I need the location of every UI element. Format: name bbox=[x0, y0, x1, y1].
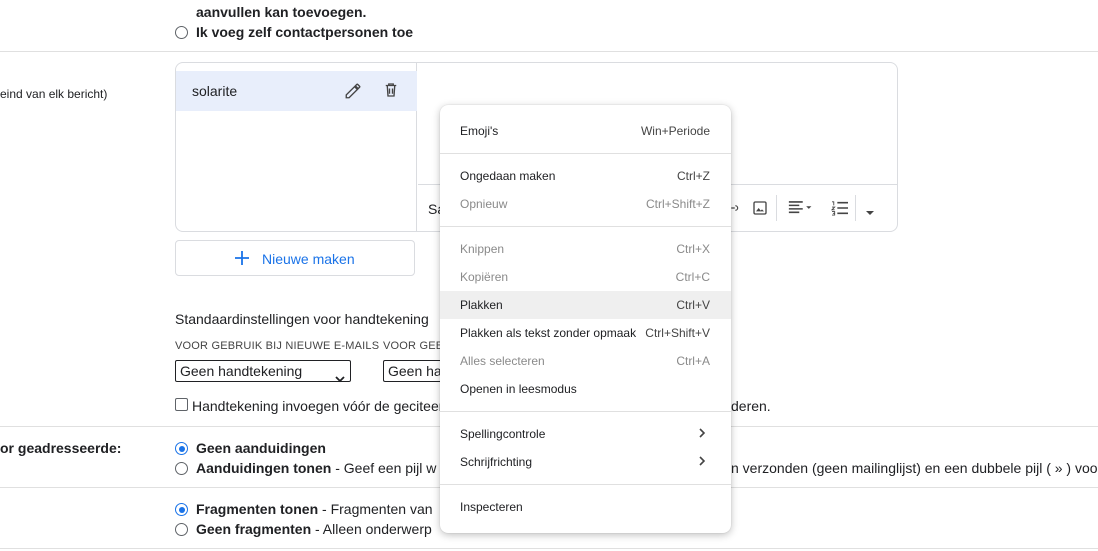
chevron-down-icon bbox=[335, 368, 345, 388]
new-emails-label: VOOR GEBRUIK BIJ NIEUWE E-MAILS bbox=[175, 340, 380, 352]
toolbar-divider bbox=[855, 195, 856, 221]
menu-item-shortcut: Ctrl+Shift+Z bbox=[645, 197, 710, 211]
radio-snippets-show[interactable] bbox=[175, 503, 188, 516]
menu-item-shortcut: Win+Periode bbox=[640, 124, 710, 138]
align-icon[interactable] bbox=[788, 200, 814, 219]
menu-item-label: Schrijfrichting bbox=[460, 455, 533, 469]
menu-separator bbox=[440, 484, 731, 485]
menu-item-shortcut: Ctrl+Shift+V bbox=[645, 326, 710, 340]
menu-item-label: Inspecteren bbox=[460, 500, 523, 514]
menu-item-label: Alles selecteren bbox=[460, 354, 545, 368]
menu-item-emoji-s[interactable]: Emoji's Win+Periode bbox=[440, 117, 731, 145]
menu-item-spellingcontrole[interactable]: Spellingcontrole bbox=[440, 420, 731, 448]
new-signature-label: Nieuwe maken bbox=[262, 251, 355, 267]
radio-contacts-self[interactable] bbox=[175, 26, 188, 39]
menu-item-shortcut: Ctrl+X bbox=[676, 242, 710, 256]
menu-item-shortcut: Ctrl+A bbox=[676, 354, 710, 368]
menu-item-schrijfrichting[interactable]: Schrijfrichting bbox=[440, 448, 731, 476]
menu-separator bbox=[440, 153, 731, 154]
numbered-list-icon[interactable] bbox=[830, 200, 849, 219]
option-snippets-none-label: Geen fragmenten - Alleen onderwerp bbox=[196, 521, 432, 537]
new-signature-button[interactable]: Nieuwe maken bbox=[175, 240, 415, 276]
menu-item-label: Opnieuw bbox=[460, 197, 508, 211]
radio-snippets-none[interactable] bbox=[175, 523, 188, 536]
menu-item-inspecteren[interactable]: Inspecteren bbox=[440, 493, 731, 521]
insert-signature-label: Handtekening invoegen vóór de geciteerde bbox=[192, 398, 459, 414]
menu-item-knippen[interactable]: Knippen Ctrl+X bbox=[440, 235, 731, 263]
menu-item-shortcut: Ctrl+Z bbox=[677, 169, 710, 183]
menu-item-ongedaan-maken[interactable]: Ongedaan maken Ctrl+Z bbox=[440, 162, 731, 190]
option-indicators-none-label: Geen aanduidingen bbox=[196, 440, 326, 456]
contacts-text: aanvullen kan toevoegen. bbox=[196, 4, 367, 20]
menu-item-label: Ongedaan maken bbox=[460, 169, 556, 183]
chevron-right-icon bbox=[697, 454, 707, 468]
context-menu: Emoji's Win+Periode Ongedaan maken Ctrl+Z Op… bbox=[440, 105, 731, 533]
menu-item-shortcut: Ctrl+C bbox=[675, 270, 710, 284]
insert-signature-checkbox[interactable] bbox=[175, 398, 188, 411]
new-emails-select-value: Geen handtekening bbox=[180, 363, 303, 379]
plus-icon bbox=[234, 250, 250, 269]
insert-signature-label-tail: deren. bbox=[731, 398, 771, 414]
menu-item-label: Plakken als tekst zonder opmaak bbox=[460, 326, 637, 340]
menu-item-plakken[interactable]: Plakken Ctrl+V bbox=[440, 291, 731, 319]
chevron-right-icon bbox=[697, 426, 707, 440]
reply-select-value: Geen ha bbox=[388, 363, 442, 379]
menu-item-kopiëren[interactable]: Kopiëren Ctrl+C bbox=[440, 263, 731, 291]
image-icon[interactable] bbox=[752, 200, 768, 219]
radio-indicators-show[interactable] bbox=[175, 462, 188, 475]
menu-separator bbox=[440, 411, 731, 412]
option-indicators-show-tail: n verzonden (geen mailinglijst) en een d… bbox=[731, 460, 1098, 476]
signature-defaults-title: Standaardinstellingen voor handtekening bbox=[175, 311, 429, 327]
menu-item-label: Kopiëren bbox=[460, 270, 509, 284]
reply-label: VOOR GEB bbox=[383, 340, 444, 352]
divider bbox=[0, 548, 1098, 549]
menu-item-plakken-als-tekst-zonder-opmaak[interactable]: Plakken als tekst zonder opmaak Ctrl+Shif… bbox=[440, 319, 731, 347]
menu-item-label: Emoji's bbox=[460, 124, 499, 138]
option-contacts-self-label: Ik voeg zelf contactpersonen toe bbox=[196, 24, 414, 40]
menu-item-opnieuw[interactable]: Opnieuw Ctrl+Shift+Z bbox=[440, 190, 731, 218]
more-formatting-icon[interactable] bbox=[865, 204, 875, 220]
new-emails-select[interactable]: Geen handtekening bbox=[175, 360, 351, 383]
toolbar-divider bbox=[776, 195, 777, 221]
menu-item-label: Spellingcontrole bbox=[460, 427, 546, 441]
menu-item-alles-selecteren[interactable]: Alles selecteren Ctrl+A bbox=[440, 347, 731, 375]
radio-indicators-none[interactable] bbox=[175, 442, 188, 455]
reply-select[interactable]: Geen ha bbox=[383, 360, 443, 382]
menu-item-label: Knippen bbox=[460, 242, 505, 256]
divider bbox=[0, 51, 1098, 52]
signature-list: solarite bbox=[176, 63, 417, 231]
delete-icon[interactable] bbox=[382, 81, 400, 102]
indicators-left-label: or geadresseerde: bbox=[0, 440, 122, 456]
menu-item-openen-in-leesmodus[interactable]: Openen in leesmodus bbox=[440, 375, 731, 403]
signature-item[interactable]: solarite bbox=[176, 71, 417, 111]
menu-item-label: Plakken bbox=[460, 298, 503, 312]
menu-separator bbox=[440, 226, 731, 227]
menu-item-label: Openen in leesmodus bbox=[460, 382, 577, 396]
signature-item-label: solarite bbox=[192, 83, 238, 99]
signature-left-label: eind van elk bericht) bbox=[0, 87, 108, 101]
edit-icon[interactable] bbox=[344, 82, 362, 103]
option-indicators-show-label: Aanduidingen tonen - Geef een pijl w bbox=[196, 460, 437, 476]
menu-item-shortcut: Ctrl+V bbox=[676, 298, 710, 312]
option-snippets-show-label: Fragmenten tonen - Fragmenten van bbox=[196, 501, 433, 517]
